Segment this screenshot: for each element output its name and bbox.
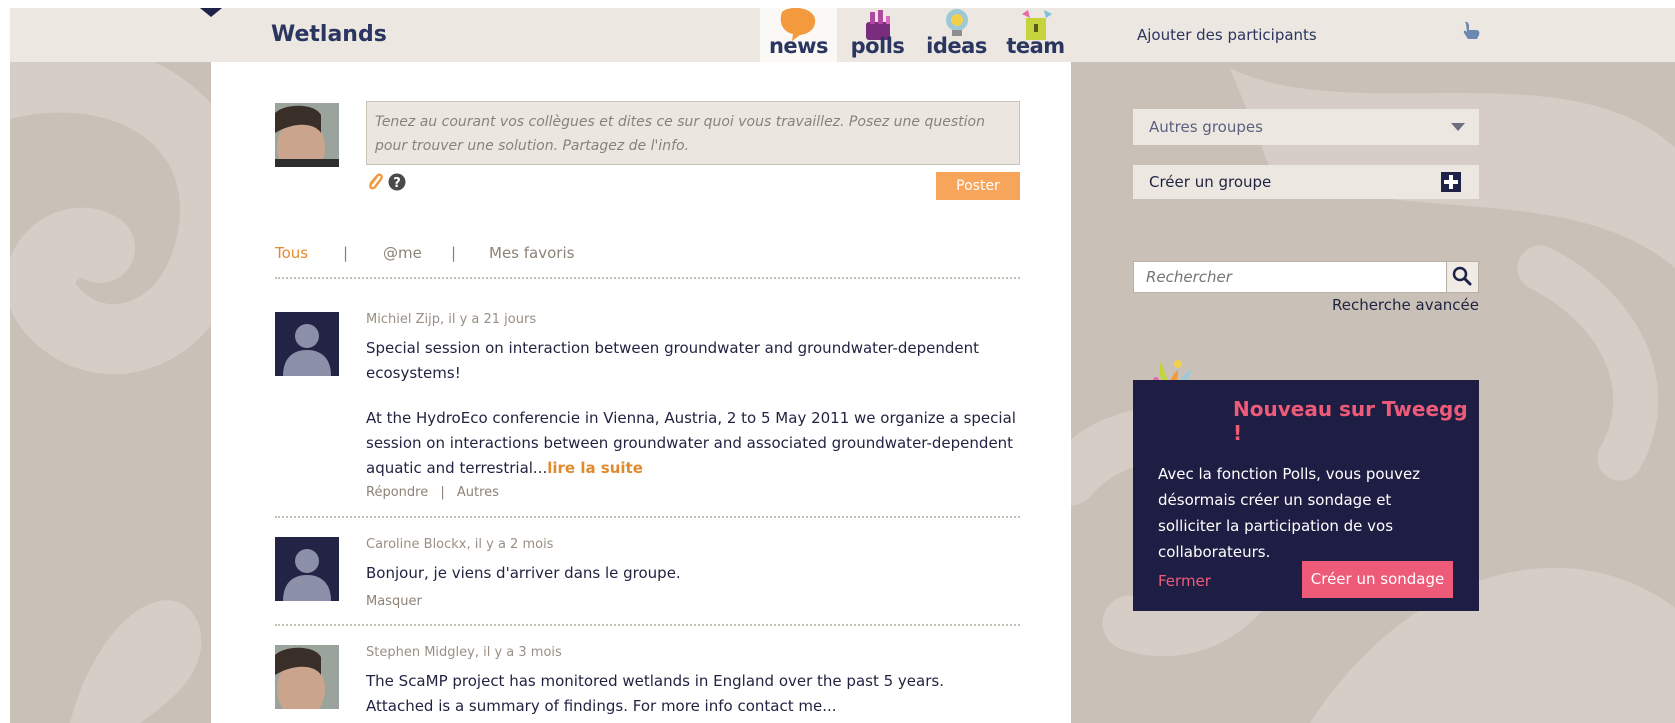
feed-item-text: At the HydroEco conferencie in Vienna, A… [366,406,1016,481]
filter-separator: | [343,244,349,262]
search-input[interactable] [1133,261,1447,293]
default-user-icon [275,537,339,601]
menu-caret-icon[interactable] [200,8,222,17]
avatar [275,537,339,601]
chevron-down-icon [1451,123,1465,131]
avatar [275,103,339,167]
feed-item-meta: Michiel Zijp, il y a 21 jours [366,312,537,327]
action-separator: | [440,485,445,500]
divider [275,624,1020,626]
post-button[interactable]: Poster [936,172,1020,200]
search-icon [1452,266,1472,286]
paperclip-icon[interactable] [366,172,384,192]
hand-pointer-icon[interactable] [1461,20,1483,40]
other-groups-dropdown[interactable]: Autres groupes [1133,109,1479,145]
tab-ideas[interactable]: ideas [918,8,995,62]
tab-ideas-label: ideas [926,34,987,58]
feed-item-text: Special session on interaction between g… [366,339,980,382]
other-groups-label: Autres groupes [1149,118,1263,136]
promo-text: Avec la fonction Polls, vous pouvez déso… [1158,465,1421,561]
feed-item-meta: Caroline Blockx, il y a 2 mois [366,537,554,552]
feed-item-actions: Répondre | Autres [366,485,499,500]
reply-link[interactable]: Répondre [366,485,428,500]
tab-team-label: team [1006,34,1065,58]
read-more-link[interactable]: lire la suite [547,459,643,477]
default-user-icon [275,312,339,376]
more-link[interactable]: Autres [457,485,499,500]
group-title: Wetlands [271,22,387,47]
promo-close-link[interactable]: Fermer [1158,572,1211,590]
filter-me[interactable]: @me [383,244,422,262]
hide-link[interactable]: Masquer [366,594,422,609]
post-input[interactable]: Tenez au courant vos collègues et dites … [366,101,1020,165]
search-button[interactable] [1446,261,1479,293]
feed-item-excerpt: At the HydroEco conferencie in Vienna, A… [366,409,1016,477]
filter-separator: | [451,244,457,262]
filter-favorites[interactable]: Mes favoris [489,244,574,262]
promo-panel: Nouveau sur Tweegg ! Avec la fonction Po… [1133,380,1479,611]
user-photo-icon [275,645,339,709]
feed-item-text: Bonjour, je viens d'arriver dans le grou… [366,564,681,582]
filter-all[interactable]: Tous [275,244,308,262]
divider [275,516,1020,518]
help-icon[interactable]: ? [388,173,406,191]
tab-news-label: news [768,34,829,58]
advanced-search-link[interactable]: Recherche avancée [1279,296,1479,314]
divider [275,277,1020,279]
tab-team[interactable]: team [997,8,1074,62]
tab-news[interactable]: news [760,8,837,62]
tab-polls-label: polls [850,34,905,58]
avatar [275,312,339,376]
plus-icon [1441,172,1461,192]
create-group-label: Créer un groupe [1149,173,1272,191]
create-group-button[interactable]: Créer un groupe [1133,165,1479,199]
avatar [275,645,339,709]
feed-item-meta: Stephen Midgley, il y a 3 mois [366,645,562,660]
svg-text:?: ? [393,176,401,191]
add-participants-link[interactable]: Ajouter des participants [1137,26,1317,44]
tab-polls[interactable]: polls [839,8,916,62]
user-photo-icon [275,103,339,167]
feed-item-text: The ScaMP project has monitored wetlands… [366,672,944,715]
promo-title: Nouveau sur Tweegg ! [1233,397,1468,445]
create-poll-button[interactable]: Créer un sondage [1302,561,1453,598]
